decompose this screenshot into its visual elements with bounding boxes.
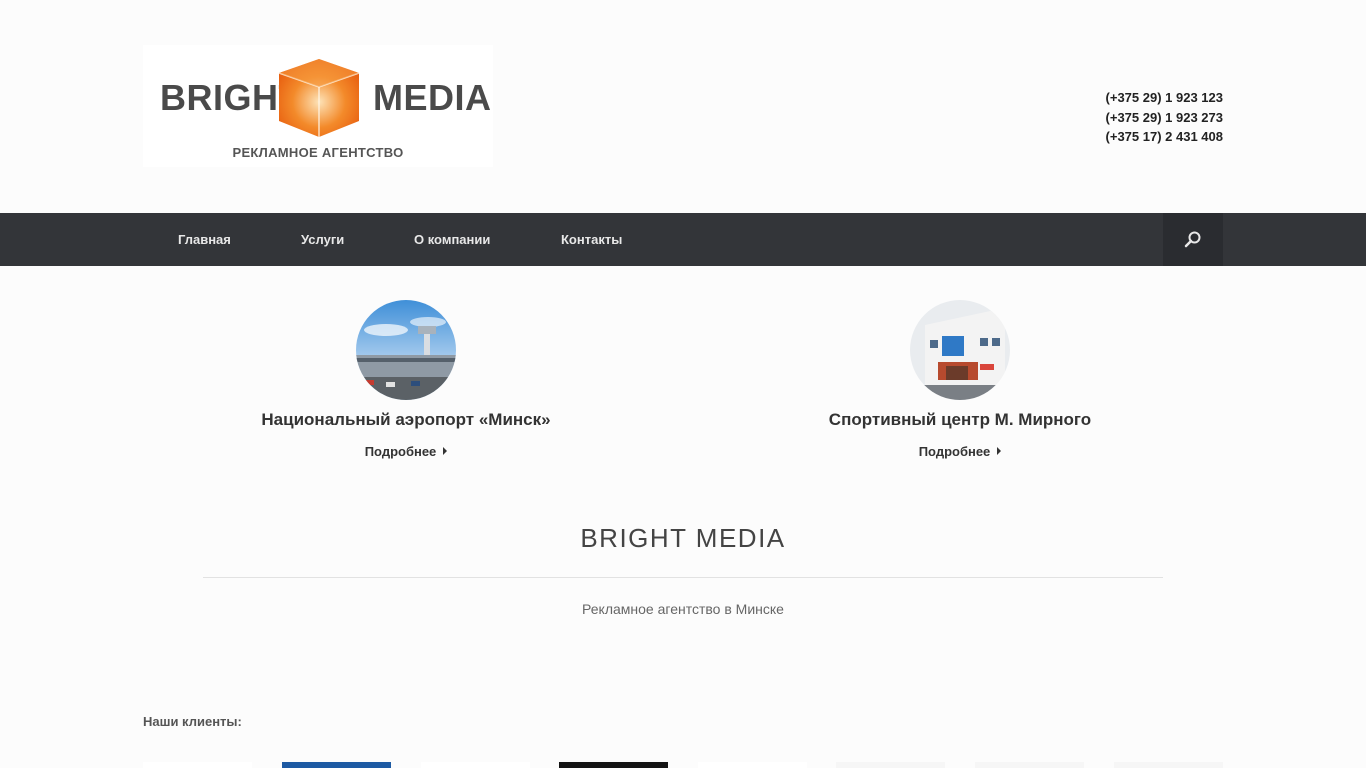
read-more-link[interactable]: Подробнее <box>365 444 448 459</box>
airport-thumbnail[interactable] <box>356 300 456 400</box>
main-nav: Главная Услуги О компании Контакты <box>0 213 1366 266</box>
arrow-right-icon <box>443 447 448 455</box>
arrow-right-icon <box>997 447 1002 455</box>
section-title: BRIGHT MEDIA <box>580 523 786 553</box>
client-logo[interactable] <box>1114 762 1223 768</box>
phone-number[interactable]: (+375 17) 2 431 408 <box>1106 127 1223 147</box>
phone-list: (+375 29) 1 923 123 (+375 29) 1 923 273 … <box>1106 88 1223 147</box>
client-logo[interactable] <box>421 762 530 768</box>
client-logo[interactable] <box>282 762 391 768</box>
logo-tagline: РЕКЛАМНОЕ АГЕНТСТВО <box>232 145 404 160</box>
client-logo[interactable] <box>698 762 807 768</box>
search-button[interactable] <box>1163 213 1223 266</box>
client-logo[interactable] <box>559 762 668 768</box>
phone-number[interactable]: (+375 29) 1 923 273 <box>1106 108 1223 128</box>
nav-item-services[interactable]: Услуги <box>301 213 344 266</box>
feature-airport: Национальный аэропорт «Минск» Подробнее <box>196 300 616 461</box>
phone-number[interactable]: (+375 29) 1 923 123 <box>1106 88 1223 108</box>
section-divider <box>203 577 1163 578</box>
logo-word-media: MEDIA <box>373 77 492 118</box>
client-logo[interactable] <box>975 762 1084 768</box>
feature-title: Спортивный центр М. Мирного <box>828 410 1092 429</box>
nav-item-home[interactable]: Главная <box>178 213 231 266</box>
feature-sport-center: Спортивный центр М. Мирного Подробнее <box>750 300 1170 461</box>
nav-item-about[interactable]: О компании <box>414 213 490 266</box>
site-header: BRIGHT MEDIA РЕКЛАМНОЕ АГЕНТСТВО (+375 2… <box>0 0 1366 213</box>
section-subtitle: Рекламное агентство в Минске <box>582 601 784 617</box>
sport-center-thumbnail[interactable] <box>910 300 1010 400</box>
read-more-link[interactable]: Подробнее <box>919 444 1002 459</box>
client-logo[interactable] <box>143 762 252 768</box>
clients-label: Наши клиенты: <box>143 714 242 729</box>
logo-cube-icon <box>278 59 360 137</box>
nav-item-contacts[interactable]: Контакты <box>561 213 622 266</box>
feature-title: Национальный аэропорт «Минск» <box>261 410 551 429</box>
search-icon <box>1184 231 1201 248</box>
client-logo[interactable] <box>836 762 945 768</box>
